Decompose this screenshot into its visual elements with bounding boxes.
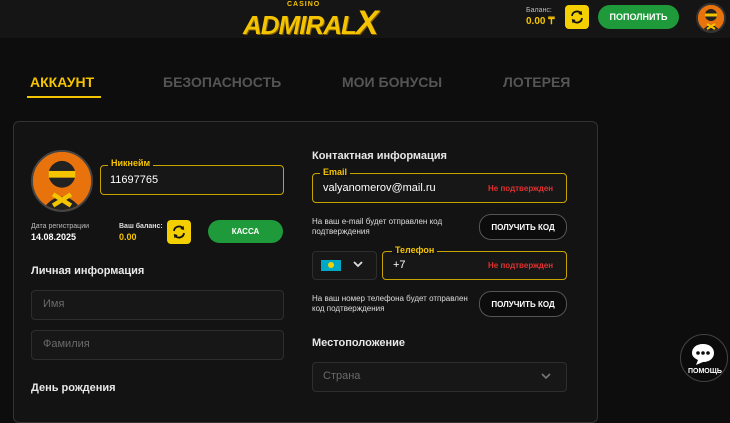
header-balance-value: 0.00 ₸: [526, 16, 555, 27]
header-refresh-balance-button[interactable]: [565, 5, 589, 29]
header-avatar[interactable]: [696, 3, 726, 33]
phone-get-code-button[interactable]: ПОЛУЧИТЬ КОД: [479, 291, 567, 317]
chat-bubble-icon: [692, 344, 714, 365]
email-value: valyanomerov@mail.ru: [323, 182, 436, 194]
your-balance-label: Ваш баланс:: [119, 223, 163, 230]
refresh-icon: [571, 10, 583, 24]
logo-text: ADMIRAL: [243, 10, 357, 40]
nickname-value: 11697765: [110, 174, 159, 186]
user-avatar-icon: [698, 5, 724, 31]
header-balance-label: Баланс:: [526, 7, 552, 14]
email-label: Email: [320, 167, 351, 177]
registration-date-value: 14.08.2025: [31, 232, 77, 242]
user-avatar-icon: [33, 152, 91, 210]
chevron-down-icon: [353, 261, 363, 268]
your-balance-value: 0.00: [119, 232, 137, 242]
tab-account[interactable]: АККАУНТ: [30, 74, 94, 90]
first-name-field[interactable]: [31, 290, 284, 320]
kazakhstan-flag-icon: [321, 260, 341, 271]
deposit-button[interactable]: ПОПОЛНИТЬ: [598, 5, 679, 29]
birthday-title: День рождения: [31, 382, 116, 394]
phone-label: Телефон: [392, 245, 438, 255]
country-placeholder: Страна: [323, 370, 361, 382]
phone-value: +7: [393, 259, 406, 271]
kassa-button[interactable]: КАССА: [208, 220, 283, 243]
contact-info-title: Контактная информация: [312, 150, 447, 162]
personal-info-title: Личная информация: [31, 265, 145, 277]
active-tab-indicator: [27, 96, 101, 98]
refresh-icon: [173, 225, 185, 239]
chevron-down-icon: [541, 373, 551, 380]
email-get-code-button[interactable]: ПОЛУЧИТЬ КОД: [479, 214, 567, 240]
help-label: ПОМОЩЬ: [688, 368, 722, 375]
tab-my-bonuses[interactable]: МОИ БОНУСЫ: [342, 74, 442, 90]
first-name-placeholder: Имя: [43, 298, 65, 310]
tab-lottery[interactable]: ЛОТЕРЕЯ: [503, 74, 570, 90]
logo[interactable]: ADMIRALX: [243, 4, 379, 43]
email-code-hint: На ваш e-mail будет отправлен код подтве…: [312, 217, 443, 236]
nickname-label: Никнейм: [108, 158, 154, 168]
email-status: Не подтвержден: [488, 184, 554, 193]
phone-code-hint: На ваш номер телефона будет отправлен ко…: [312, 294, 468, 313]
tab-security[interactable]: БЕЗОПАСНОСТЬ: [163, 74, 281, 90]
registration-date-label: Дата регистрации: [31, 223, 90, 230]
last-name-placeholder: Фамилия: [43, 338, 90, 350]
profile-avatar[interactable]: [31, 150, 93, 212]
location-title: Местоположение: [312, 337, 406, 349]
refresh-balance-button[interactable]: [167, 220, 191, 244]
logo-x: X: [355, 4, 379, 42]
phone-status: Не подтвержден: [488, 261, 554, 270]
